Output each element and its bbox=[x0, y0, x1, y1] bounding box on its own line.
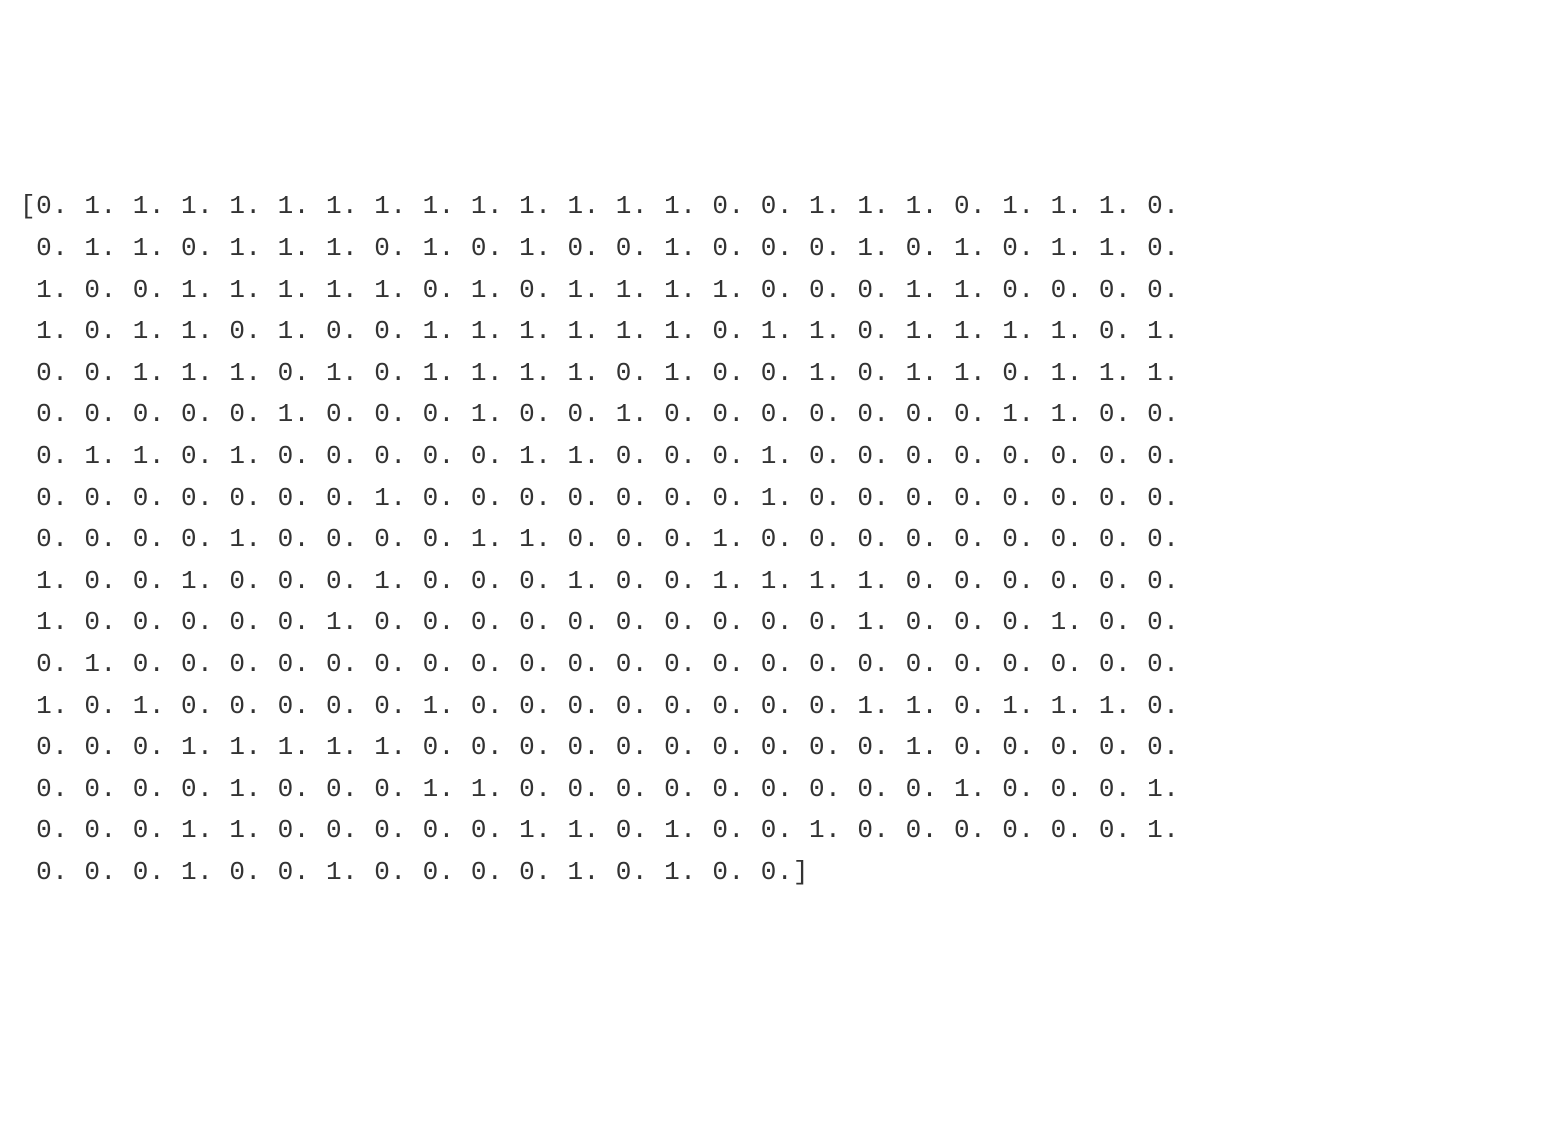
array-printout: [0. 1. 1. 1. 1. 1. 1. 1. 1. 1. 1. 1. 1. … bbox=[20, 186, 1538, 893]
